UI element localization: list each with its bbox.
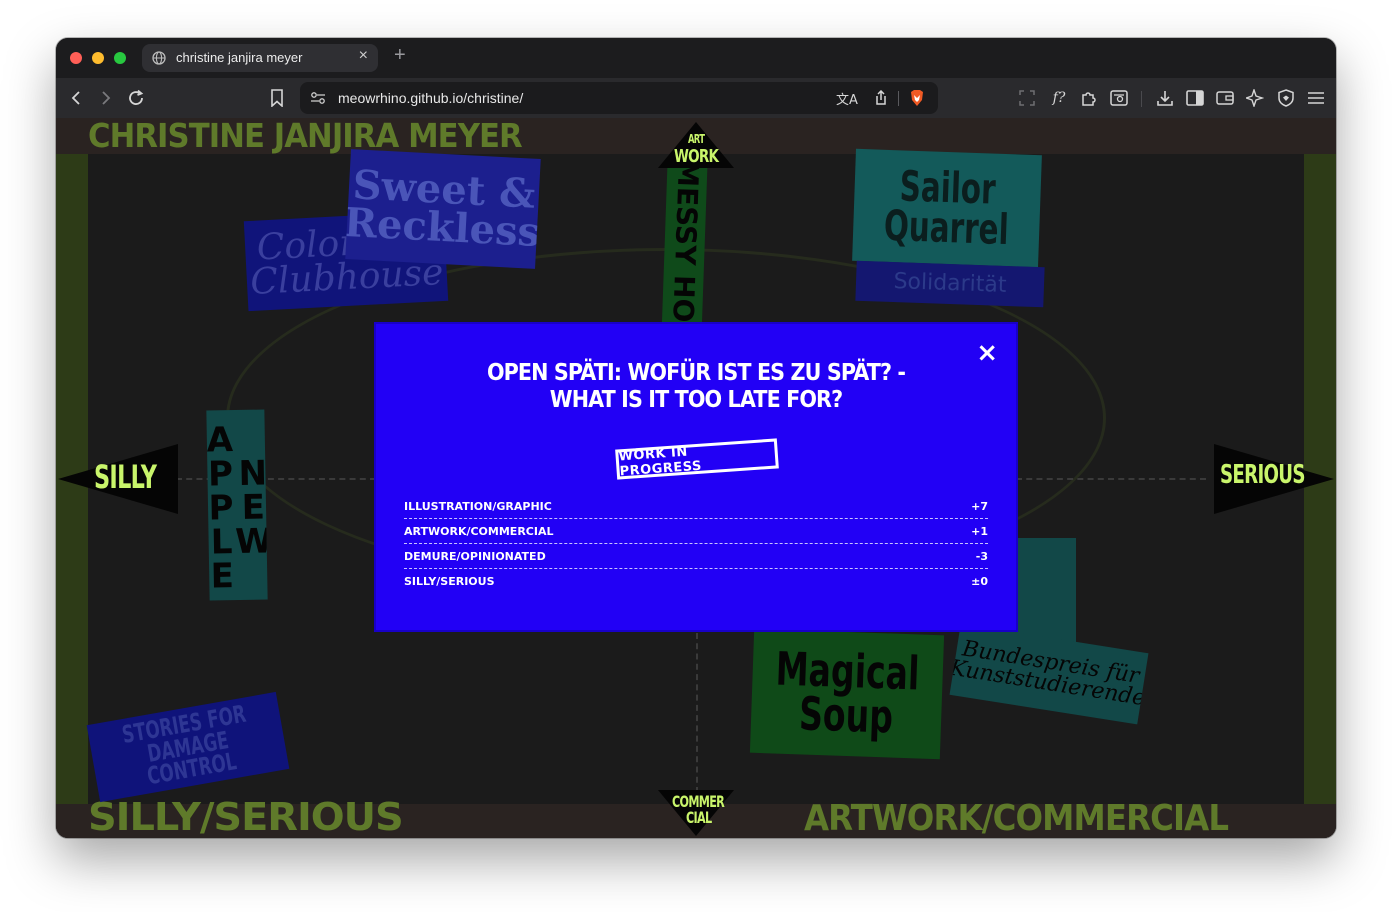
globe-icon (152, 51, 166, 65)
pennant-label: SERIOUS (1220, 460, 1305, 490)
modal-title: OPEN SPÄTI: WOFÜR IST ES ZU SPÄT? - WHAT… (486, 360, 906, 413)
browser-tab[interactable]: christine janjira meyer × (142, 44, 378, 72)
url-text[interactable]: meowrhino.github.io/christine/ (338, 90, 523, 106)
project-card-magical-soup[interactable]: Magical Soup (749, 628, 945, 760)
brave-shield-icon[interactable] (906, 87, 928, 109)
stat-value: +1 (971, 525, 988, 538)
stat-row: ILLUSTRATION/GRAPHIC +7 (404, 494, 988, 519)
stat-label: ILLUSTRATION/GRAPHIC (404, 500, 552, 513)
stat-label: DEMURE/OPINIONATED (404, 550, 546, 563)
pennant-label: WORK (674, 146, 719, 167)
tab-close-icon[interactable]: × (359, 47, 368, 65)
browser-toolbar: meowrhino.github.io/christine/ 文A f? (56, 78, 1336, 118)
function-icon[interactable]: f? (1048, 87, 1070, 109)
reload-icon[interactable] (125, 87, 147, 109)
bookmark-icon[interactable] (266, 87, 288, 109)
axis-label-artwork-commercial[interactable]: ARTWORK/COMMERCIAL (804, 798, 1229, 838)
project-card-label: Sailor Quarrel (883, 161, 1010, 255)
leo-ai-icon[interactable] (1244, 87, 1266, 109)
toolbar-separator (1141, 91, 1142, 107)
close-window-button[interactable] (70, 52, 82, 64)
minimize-window-button[interactable] (92, 52, 104, 64)
project-card-sailor-quarrel[interactable]: Sailor Quarrel (852, 148, 1042, 268)
pennant-label: SILLY (94, 458, 157, 496)
extensions-icon[interactable] (1078, 87, 1100, 109)
menu-icon[interactable] (1305, 87, 1327, 109)
axis-line-left (176, 478, 376, 480)
reader-icon[interactable] (1108, 87, 1130, 109)
tab-bar: christine janjira meyer × + (56, 38, 1336, 78)
back-icon[interactable] (66, 87, 88, 109)
stat-value: +7 (971, 500, 988, 513)
site-settings-icon[interactable] (310, 91, 326, 105)
stat-row: SILLY/SERIOUS ±0 (404, 569, 988, 594)
project-card-new-apple[interactable]: NEW APPLE (206, 409, 268, 601)
stat-row: ARTWORK/COMMERCIAL +1 (404, 519, 988, 544)
address-bar[interactable]: meowrhino.github.io/christine/ 文A (300, 82, 938, 114)
status-badge: WORK IN PROGRESS (615, 438, 779, 480)
project-modal: × OPEN SPÄTI: WOFÜR IST ES ZU SPÄT? - WH… (376, 324, 1016, 630)
axis-line-right (1016, 478, 1206, 480)
browser-window: christine janjira meyer × + meowrhino.gi… (56, 38, 1336, 838)
pennant-silly[interactable]: SILLY (58, 444, 178, 514)
project-card-label: Magical Soup (775, 641, 921, 744)
close-icon[interactable]: × (976, 338, 998, 368)
screenshot-icon[interactable] (1016, 87, 1038, 109)
axis-label-silly-serious[interactable]: SILLY/SERIOUS (88, 795, 404, 838)
project-stats: ILLUSTRATION/GRAPHIC +7 ARTWORK/COMMERCI… (404, 494, 988, 594)
translate-icon[interactable]: 文A (836, 87, 858, 109)
project-card-label: Solidarität (893, 268, 1007, 298)
project-card-label: NEW APPLE (206, 419, 268, 591)
pennant-artwork[interactable]: ART WORK (658, 122, 734, 168)
tab-title: christine janjira meyer (176, 50, 303, 65)
forward-icon[interactable] (94, 87, 116, 109)
new-tab-button[interactable]: + (394, 44, 406, 67)
project-card-label: Bundespreis für Kunststudierende (949, 636, 1148, 712)
pennant-label: ART (688, 132, 705, 146)
vpn-shield-icon[interactable] (1275, 87, 1297, 109)
stat-value: ±0 (971, 575, 988, 588)
sidebar-icon[interactable] (1184, 87, 1206, 109)
page-content: CHRISTINE JANJIRA MEYER SILLY/SERIOUS AR… (56, 118, 1336, 838)
pennant-serious[interactable]: SERIOUS (1214, 444, 1334, 514)
download-icon[interactable] (1154, 87, 1176, 109)
stat-value: -3 (975, 550, 988, 563)
stat-label: ARTWORK/COMMERCIAL (404, 525, 554, 538)
url-separator (898, 91, 899, 106)
wallet-icon[interactable] (1214, 87, 1236, 109)
project-card-solidarity[interactable]: Solidarität (855, 260, 1045, 308)
project-card-label: Sweet & Reckless (345, 161, 541, 257)
pennant-commercial[interactable]: COMMER CIAL (658, 790, 734, 836)
share-icon[interactable] (870, 87, 892, 109)
project-card-sweet-reckless[interactable]: Sweet & Reckless (345, 149, 541, 269)
stat-label: SILLY/SERIOUS (404, 575, 495, 588)
axis-line-bottom (696, 633, 698, 793)
pennant-label: CIAL (686, 808, 712, 827)
zoom-window-button[interactable] (114, 52, 126, 64)
site-title[interactable]: CHRISTINE JANJIRA MEYER (88, 118, 523, 155)
stat-row: DEMURE/OPINIONATED -3 (404, 544, 988, 569)
